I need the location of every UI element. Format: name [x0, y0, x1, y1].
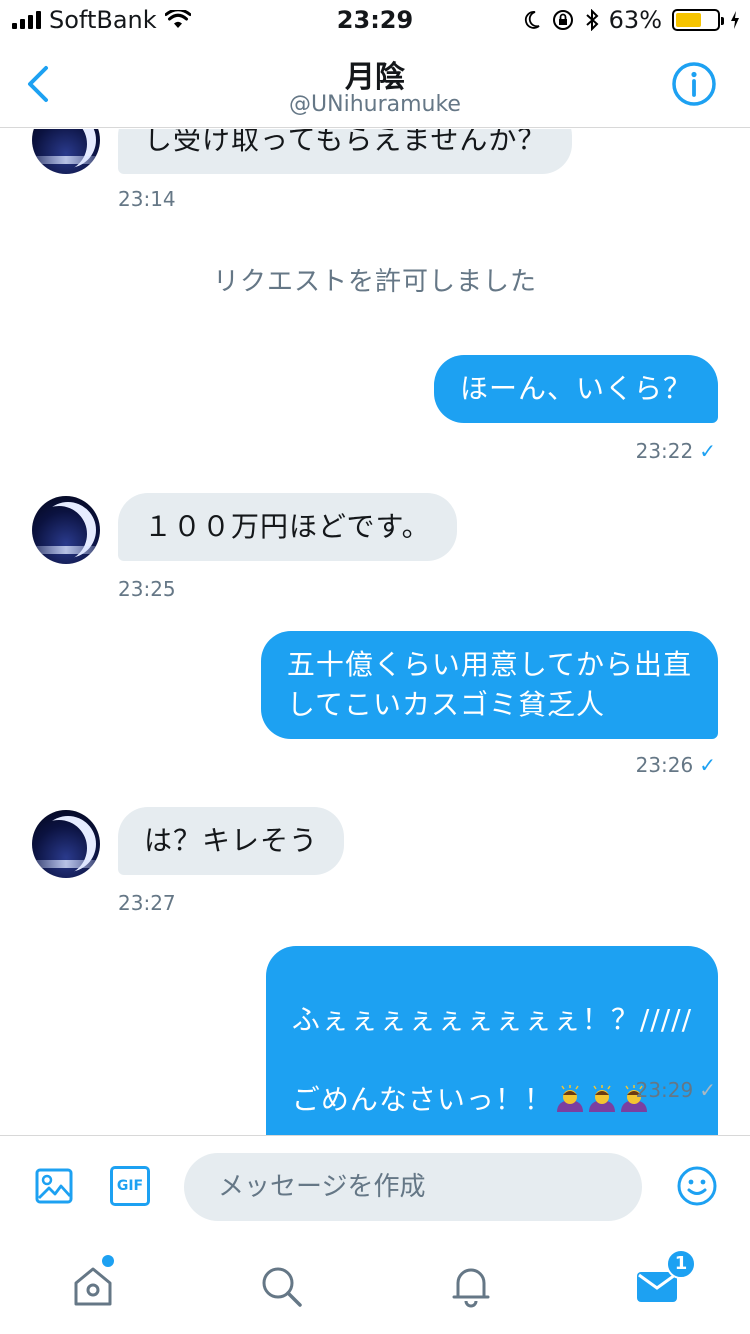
gif-icon[interactable]: GIF: [110, 1166, 150, 1206]
outgoing-message-bubble[interactable]: 五十億くらい用意してから出直 してこいカスゴミ貧乏人: [260, 631, 718, 739]
message-status: 23:22 ✓: [636, 439, 716, 463]
message-timestamp: 23:26: [635, 753, 694, 777]
sent-check-icon: ✓: [699, 1078, 716, 1102]
battery-percent: 63%: [608, 6, 662, 34]
message-timestamp: 23:29: [635, 1078, 694, 1102]
message-input[interactable]: メッセージを作成: [184, 1153, 642, 1221]
conversation-title: 月陰: [345, 60, 405, 95]
home-icon[interactable]: [70, 1263, 116, 1309]
message-composer: GIF メッセージを作成: [0, 1135, 750, 1239]
charging-icon: [731, 11, 739, 29]
status-bar: SoftBank 23:29 63%: [0, 0, 750, 40]
message-timestamp: 23:27: [118, 891, 176, 915]
conversation-header: 月陰 @UNihuramuke: [0, 40, 750, 128]
battery-fill: [676, 13, 702, 27]
moon-icon: [524, 11, 540, 29]
message-timestamp: 23:14: [118, 187, 176, 211]
image-icon[interactable]: [34, 1166, 74, 1206]
message-line-with-emoji: ごめんなさいっ！！: [292, 1080, 692, 1120]
message-line: ふぇぇぇぇぇぇぇぇぇ！？/////: [291, 1003, 692, 1036]
bluetooth-icon: [585, 9, 599, 31]
home-new-dot: [102, 1255, 114, 1267]
message-thread[interactable]: し受け取ってもらえませんか？ 23:14 リクエストを許可しました ほーん、いく…: [0, 129, 750, 1135]
message-status: 23:29 ✓: [636, 1078, 716, 1102]
system-notice: リクエストを許可しました: [212, 267, 537, 297]
search-icon[interactable]: [258, 1263, 304, 1309]
bowing-woman-emoji: [588, 1085, 615, 1112]
outgoing-message-bubble[interactable]: ほーん、いくら？: [433, 355, 718, 423]
tab-bar: 1: [0, 1239, 750, 1334]
emoji-icon[interactable]: [676, 1165, 718, 1207]
conversation-handle: @UNihuramuke: [289, 92, 461, 117]
outgoing-message-bubble[interactable]: ふぇぇぇぇぇぇぇぇぇ！？///// ごめんなさいっ！！: [265, 946, 718, 1135]
bowing-woman-emoji: [556, 1085, 583, 1112]
status-right: 63%: [523, 6, 740, 34]
avatar[interactable]: [32, 810, 100, 878]
incoming-message-bubble[interactable]: は？キレそう: [118, 807, 345, 875]
avatar[interactable]: [32, 129, 100, 174]
rotation-lock-icon: [552, 10, 573, 30]
incoming-message-bubble[interactable]: １００万円ほどです。: [118, 493, 457, 561]
message-timestamp: 23:25: [118, 577, 176, 601]
message-line: ごめんなさいっ！！: [291, 1083, 553, 1116]
info-icon[interactable]: [670, 60, 718, 108]
messages-badge: 1: [666, 1249, 696, 1279]
battery-icon: [672, 9, 724, 31]
read-check-icon: ✓: [699, 753, 716, 777]
message-status: 23:26 ✓: [636, 753, 716, 777]
notifications-bell-icon[interactable]: [448, 1263, 494, 1309]
incoming-message-bubble[interactable]: し受け取ってもらえませんか？: [118, 129, 573, 174]
read-check-icon: ✓: [699, 439, 716, 463]
message-timestamp: 23:22: [635, 439, 694, 463]
avatar[interactable]: [32, 496, 100, 564]
